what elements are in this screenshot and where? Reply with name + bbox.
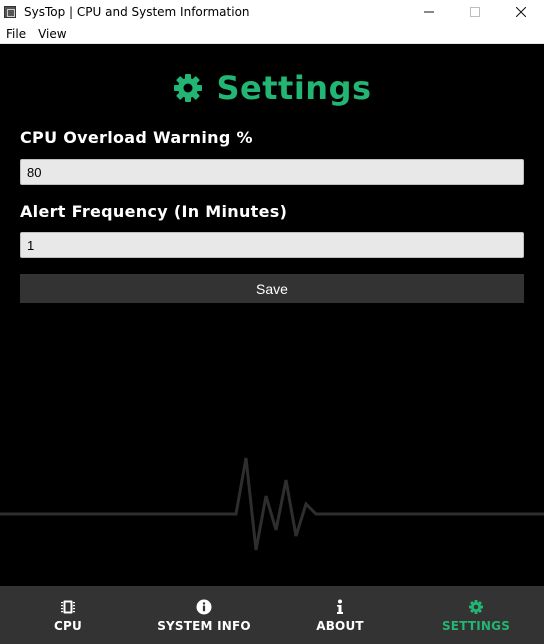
- gear-icon: [174, 74, 203, 102]
- menu-item-file[interactable]: File: [0, 27, 32, 41]
- app-icon: [4, 6, 16, 18]
- gear-icon: [468, 598, 484, 616]
- nav-label-settings: SETTINGS: [441, 618, 511, 633]
- heartbeat-line-graphic: [0, 457, 544, 551]
- window-title: SysTop | CPU and System Information: [24, 5, 250, 19]
- window-controls: [406, 0, 544, 24]
- nav-item-settings[interactable]: SETTINGS: [408, 586, 544, 644]
- settings-page: Settings CPU Overload Warning % Alert Fr…: [0, 44, 544, 586]
- save-button[interactable]: Save: [20, 274, 524, 303]
- maximize-button[interactable]: [452, 0, 498, 24]
- nav-item-about[interactable]: ABOUT: [272, 586, 408, 644]
- maximize-icon: [470, 7, 480, 17]
- window-titlebar: SysTop | CPU and System Information: [0, 0, 544, 24]
- menu-item-view[interactable]: View: [32, 27, 72, 41]
- chip-icon: [60, 598, 76, 616]
- page-title: Settings: [216, 69, 372, 107]
- info-icon: [335, 598, 345, 616]
- nav-label-about: ABOUT: [316, 618, 364, 633]
- menu-bar: File View: [0, 24, 544, 44]
- cpu-overload-label: CPU Overload Warning %: [20, 128, 253, 147]
- nav-label-cpu: CPU: [54, 618, 82, 633]
- minimize-icon: [424, 11, 434, 13]
- bottom-nav: CPU SYSTEM INFO ABOUT SETTINGS: [0, 586, 544, 644]
- close-icon: [516, 7, 526, 17]
- alert-frequency-label: Alert Frequency (In Minutes): [20, 202, 288, 221]
- nav-item-cpu[interactable]: CPU: [0, 586, 136, 644]
- page-heading: Settings: [0, 68, 544, 108]
- nav-label-system-info: SYSTEM INFO: [157, 618, 251, 633]
- close-button[interactable]: [498, 0, 544, 24]
- alert-frequency-input[interactable]: [20, 232, 524, 258]
- minimize-button[interactable]: [406, 0, 452, 24]
- cpu-overload-input[interactable]: [20, 159, 524, 185]
- nav-item-system-info[interactable]: SYSTEM INFO: [136, 586, 272, 644]
- info-circle-icon: [196, 598, 212, 616]
